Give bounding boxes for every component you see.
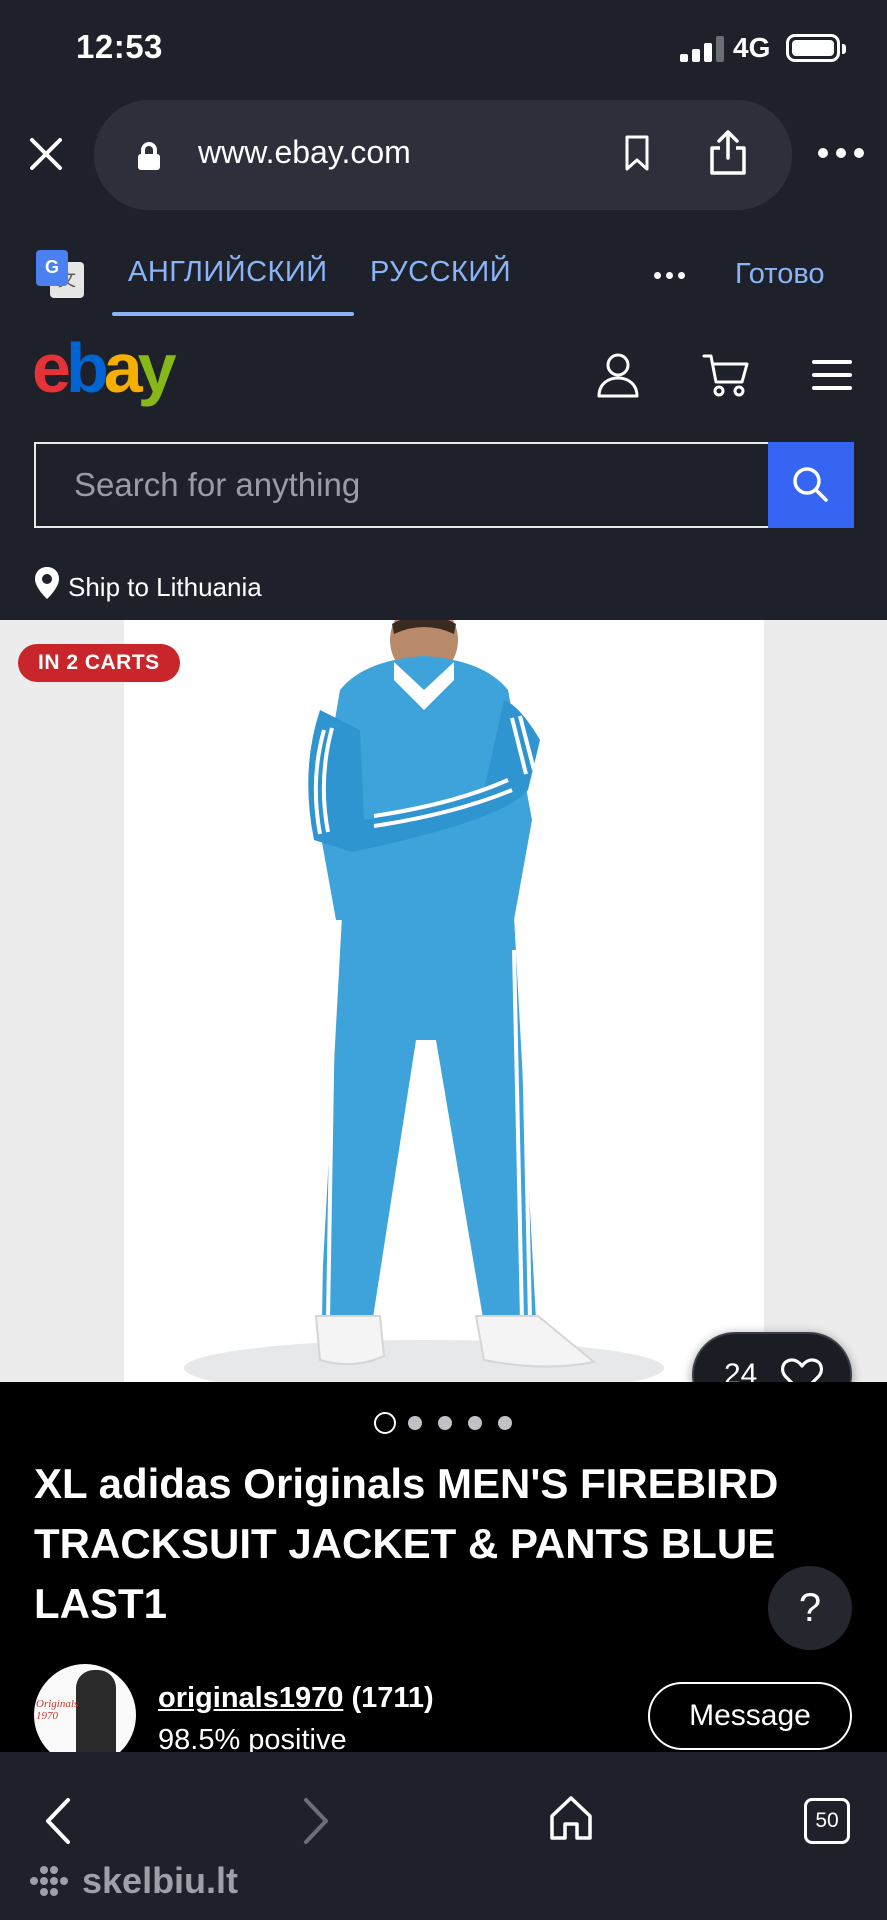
product-image-carousel[interactable]: IN 2 CARTS 24 — [0, 602, 887, 1418]
cart-icon[interactable] — [702, 352, 750, 398]
network-type: 4G — [733, 32, 771, 63]
seller-info: originals1970 (1711) — [158, 1682, 434, 1715]
google-translate-icon[interactable]: 文G — [36, 250, 86, 298]
product-image — [124, 602, 764, 1396]
carts-badge: IN 2 CARTS — [18, 644, 180, 682]
more-options-icon[interactable] — [818, 148, 864, 160]
browser-toolbar: 50 skelbiu.lt — [0, 1752, 887, 1920]
user-icon[interactable] — [596, 352, 640, 398]
search-input[interactable] — [36, 444, 768, 526]
url-field[interactable]: www.ebay.com — [94, 100, 792, 210]
bookmark-icon[interactable] — [624, 134, 650, 172]
url-text: www.ebay.com — [198, 134, 411, 170]
forward-icon[interactable] — [298, 1796, 334, 1846]
browser-address-bar: www.ebay.com — [0, 96, 887, 216]
message-button[interactable]: Message — [648, 1682, 852, 1750]
location-pin-icon — [35, 567, 59, 599]
close-icon[interactable] — [22, 130, 70, 178]
watermark-logo-icon — [30, 1866, 74, 1896]
tabs-count-button[interactable]: 50 — [804, 1798, 850, 1844]
back-icon[interactable] — [40, 1796, 76, 1846]
carousel-dot[interactable] — [498, 1416, 512, 1430]
seller-avatar-text: Originals 1970 — [36, 1698, 79, 1722]
carousel-dot[interactable] — [438, 1416, 452, 1430]
listing-title: XL adidas Originals MEN'S FIREBIRD TRACK… — [34, 1460, 779, 1627]
ebay-logo[interactable]: ebay — [32, 328, 177, 408]
help-button[interactable]: ? — [768, 1566, 852, 1650]
tab-target-language[interactable]: РУССКИЙ — [370, 256, 511, 289]
seller-feedback-count: (1711) — [351, 1682, 434, 1714]
tracksuit-model-image — [184, 602, 664, 1396]
status-bar: 12:53 4G — [0, 0, 887, 96]
ebay-header: ebay Ship to Lithuania — [0, 320, 887, 620]
menu-icon[interactable] — [812, 360, 852, 390]
cellular-signal-icon — [680, 36, 724, 62]
translate-bar: 文G АНГЛИЙСКИЙ РУССКИЙ Готово — [0, 216, 887, 320]
ship-to-text: Ship to Lithuania — [68, 572, 262, 602]
carousel-dot[interactable] — [374, 1412, 396, 1434]
battery-icon — [786, 34, 846, 62]
carousel-dot[interactable] — [468, 1416, 482, 1430]
watermark-text: skelbiu.lt — [82, 1860, 239, 1901]
status-time: 12:53 — [76, 28, 163, 65]
search-button[interactable] — [768, 442, 854, 528]
translate-done-button[interactable]: Готово — [735, 258, 825, 291]
tab-source-language[interactable]: АНГЛИЙСКИЙ — [128, 256, 328, 289]
lock-icon — [138, 142, 160, 170]
share-icon[interactable] — [708, 128, 748, 176]
search-box — [34, 442, 770, 528]
carousel-dot[interactable] — [408, 1416, 422, 1430]
active-tab-indicator — [112, 312, 354, 316]
search-icon — [793, 467, 828, 502]
home-icon[interactable] — [548, 1794, 594, 1842]
seller-name-link[interactable]: originals1970 — [158, 1682, 343, 1714]
translate-more-icon[interactable] — [654, 272, 686, 282]
listing-info: XL adidas Originals MEN'S FIREBIRD TRACK… — [0, 1382, 887, 1766]
seller-avatar[interactable]: Originals 1970 — [34, 1664, 136, 1766]
